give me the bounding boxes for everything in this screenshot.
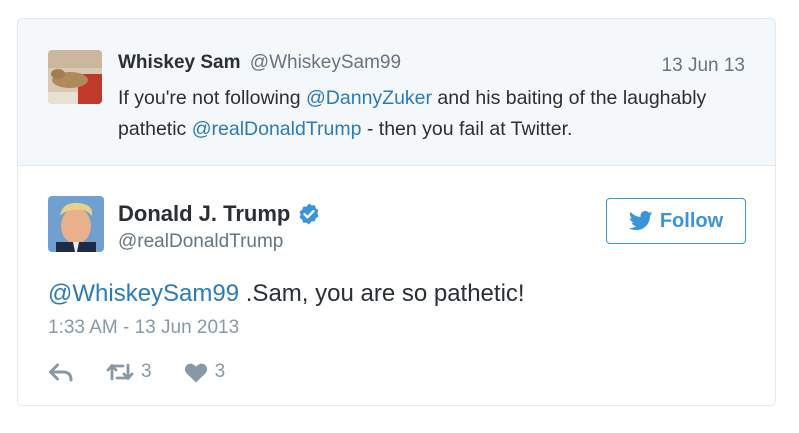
retweet-icon <box>106 363 134 381</box>
reply-date[interactable]: 13 Jun 13 <box>662 55 745 77</box>
reply-context-header: Whiskey Sam @WhiskeySam99 <box>118 51 401 75</box>
avatar-photo-icon <box>48 196 104 252</box>
reply-author-name[interactable]: Whiskey Sam <box>118 52 241 73</box>
tweet-text: @WhiskeySam99 .Sam, you are so pathetic! <box>48 278 525 310</box>
reply-text-segment: If you're not following <box>118 87 306 109</box>
tweet-text-body: .Sam, you are so pathetic! <box>239 280 525 307</box>
heart-icon <box>184 363 207 382</box>
follow-button-label: Follow <box>659 209 724 232</box>
reply-tweet-text: If you're not following @DannyZuker and … <box>118 83 738 145</box>
reply-author-handle[interactable]: @WhiskeySam99 <box>250 52 401 73</box>
embedded-tweet-card: Whiskey Sam @WhiskeySam99 13 Jun 13 If y… <box>17 18 776 406</box>
tweet-actions: 3 3 <box>48 361 257 383</box>
author-name[interactable]: Donald J. Trump <box>118 200 290 228</box>
follow-button[interactable]: Follow <box>606 198 746 244</box>
mention-link-whiskeysam99[interactable]: @WhiskeySam99 <box>48 280 239 307</box>
in-reply-to-tweet[interactable]: Whiskey Sam @WhiskeySam99 13 Jun 13 If y… <box>18 19 775 166</box>
avatar-photo-icon <box>48 50 102 104</box>
whiskey-sam-avatar[interactable] <box>48 50 102 104</box>
author-handle[interactable]: @realDonaldTrump <box>118 231 283 253</box>
like-button[interactable]: 3 <box>184 361 226 383</box>
twitter-bird-icon <box>628 211 653 231</box>
like-count: 3 <box>214 361 226 382</box>
mention-link-dannyzuker[interactable]: @DannyZuker <box>306 87 432 109</box>
reply-icon <box>49 363 73 382</box>
retweet-count: 3 <box>141 361 152 382</box>
author-name-row: Donald J. Trump <box>118 200 321 228</box>
tweet-timestamp[interactable]: 1:33 AM - 13 Jun 2013 <box>48 317 239 339</box>
verified-badge-icon <box>299 203 319 225</box>
author-avatar[interactable] <box>48 196 104 252</box>
retweet-button[interactable]: 3 <box>106 361 152 383</box>
reply-button[interactable] <box>48 362 74 382</box>
reply-text-segment: - then you fail at Twitter. <box>361 118 573 140</box>
mention-link-realdonaldtrump[interactable]: @realDonaldTrump <box>192 118 362 140</box>
